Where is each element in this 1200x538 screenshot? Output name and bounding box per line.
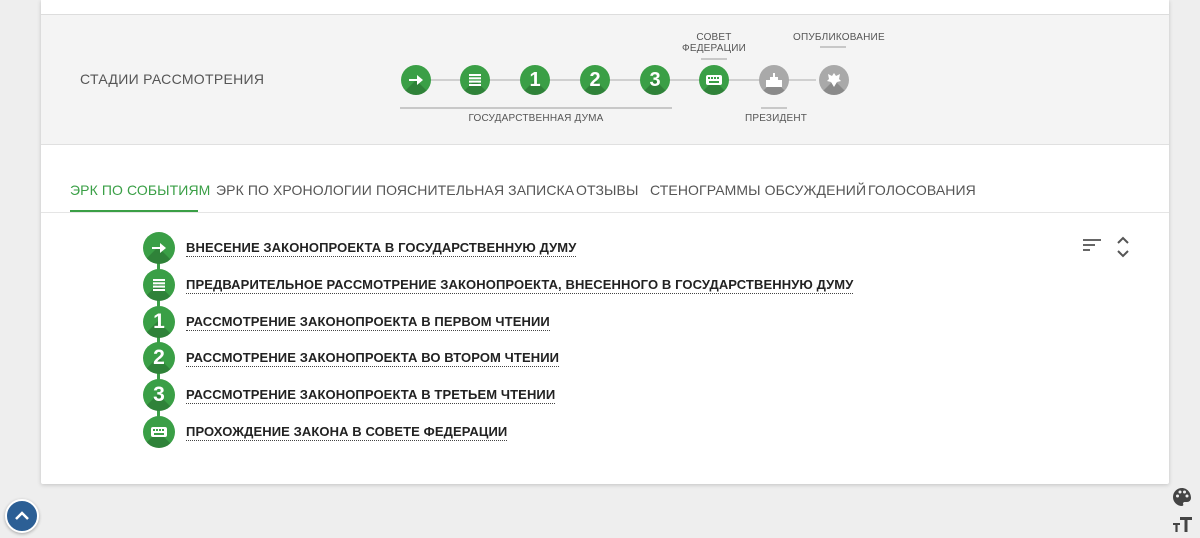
tabs-divider <box>41 212 1169 213</box>
stages-title: СТАДИИ РАССМОТРЕНИЯ <box>80 71 265 87</box>
scroll-to-top-button[interactable] <box>5 499 39 533</box>
caption-president-bar <box>761 107 787 109</box>
font-size-icon[interactable] <box>1172 515 1194 538</box>
event-link[interactable]: ПРЕДВАРИТЕЛЬНОЕ РАССМОТРЕНИЕ ЗАКОНОПРОЕК… <box>186 277 854 294</box>
caption-council-bar <box>701 58 727 60</box>
event-link[interactable]: РАССМОТРЕНИЕ ЗАКОНОПРОЕКТА В ПЕРВОМ ЧТЕН… <box>186 314 550 331</box>
caption-duma-bar <box>400 107 672 109</box>
tab-explanatory-note[interactable]: ПОЯСНИТЕЛЬНАЯ ЗАПИСКА <box>376 182 574 198</box>
card-top-strip <box>41 0 1169 15</box>
list-item: 3 РАССМОТРЕНИЕ ЗАКОНОПРОЕКТА В ТРЕТЬЕМ Ч… <box>143 379 556 411</box>
stage-publication-emblem-icon[interactable] <box>819 65 849 95</box>
reading-number-badge: 2 <box>143 342 175 374</box>
event-link[interactable]: РАССМОТРЕНИЕ ЗАКОНОПРОЕКТА ВО ВТОРОМ ЧТЕ… <box>186 350 560 367</box>
reading-number-badge: 3 <box>143 379 175 411</box>
arrow-right-icon <box>143 232 175 264</box>
keyboard-icon <box>143 416 175 448</box>
event-link[interactable]: ПРОХОЖДЕНИЕ ЗАКОНА В СОВЕТЕ ФЕДЕРАЦИИ <box>186 424 508 441</box>
tab-transcripts[interactable]: СТЕНОГРАММЫ ОБСУЖДЕНИЙ <box>650 182 866 198</box>
caption-published-bar <box>820 46 846 48</box>
stage-federation-council-keyboard-icon[interactable] <box>699 65 729 95</box>
stages-panel: СТАДИИ РАССМОТРЕНИЯ 1 2 3 СОВЕТ ФЕДЕРАЦИ… <box>41 15 1169 145</box>
chevron-up-icon <box>15 511 29 520</box>
stage-preliminary-document-list-icon[interactable] <box>460 65 490 95</box>
list-item: 1 РАССМОТРЕНИЕ ЗАКОНОПРОЕКТА В ПЕРВОМ ЧТ… <box>143 306 550 338</box>
caption-duma: ГОСУДАРСТВЕННАЯ ДУМА <box>468 113 604 124</box>
event-link[interactable]: РАССМОТРЕНИЕ ЗАКОНОПРОЕКТА В ТРЕТЬЕМ ЧТЕ… <box>186 387 556 404</box>
bill-card: СТАДИИ РАССМОТРЕНИЯ 1 2 3 СОВЕТ ФЕДЕРАЦИ… <box>41 0 1169 484</box>
document-list-icon <box>143 269 175 301</box>
list-item: ПРОХОЖДЕНИЕ ЗАКОНА В СОВЕТЕ ФЕДЕРАЦИИ <box>143 416 508 448</box>
list-item: 2 РАССМОТРЕНИЕ ЗАКОНОПРОЕКТА ВО ВТОРОМ Ч… <box>143 342 560 374</box>
tab-events[interactable]: ЭРК ПО СОБЫТИЯМ <box>70 182 210 198</box>
stage-third-reading[interactable]: 3 <box>640 65 670 95</box>
stage-second-reading[interactable]: 2 <box>580 65 610 95</box>
caption-published: ОПУБЛИКОВАНИЕ <box>793 32 885 43</box>
caption-council: СОВЕТ ФЕДЕРАЦИИ <box>682 32 746 54</box>
caption-president: ПРЕЗИДЕНТ <box>744 113 808 124</box>
list-item: ВНЕСЕНИЕ ЗАКОНОПРОЕКТА В ГОСУДАРСТВЕННУЮ… <box>143 232 577 264</box>
palette-icon[interactable] <box>1172 487 1192 512</box>
sort-icon[interactable] <box>1083 238 1101 257</box>
stage-president-kremlin-icon[interactable] <box>759 65 789 95</box>
list-item: ПРЕДВАРИТЕЛЬНОЕ РАССМОТРЕНИЕ ЗАКОНОПРОЕК… <box>143 269 854 301</box>
tab-reviews[interactable]: ОТЗЫВЫ <box>576 182 638 198</box>
event-link[interactable]: ВНЕСЕНИЕ ЗАКОНОПРОЕКТА В ГОСУДАРСТВЕННУЮ… <box>186 240 577 257</box>
stage-first-reading[interactable]: 1 <box>520 65 550 95</box>
reading-number-badge: 1 <box>143 306 175 338</box>
stage-introduction-arrow-icon[interactable] <box>401 65 431 95</box>
tab-voting[interactable]: ГОЛОСОВАНИЯ <box>868 182 976 198</box>
expand-collapse-icon[interactable] <box>1115 234 1131 265</box>
tab-chronology[interactable]: ЭРК ПО ХРОНОЛОГИИ <box>216 182 372 198</box>
